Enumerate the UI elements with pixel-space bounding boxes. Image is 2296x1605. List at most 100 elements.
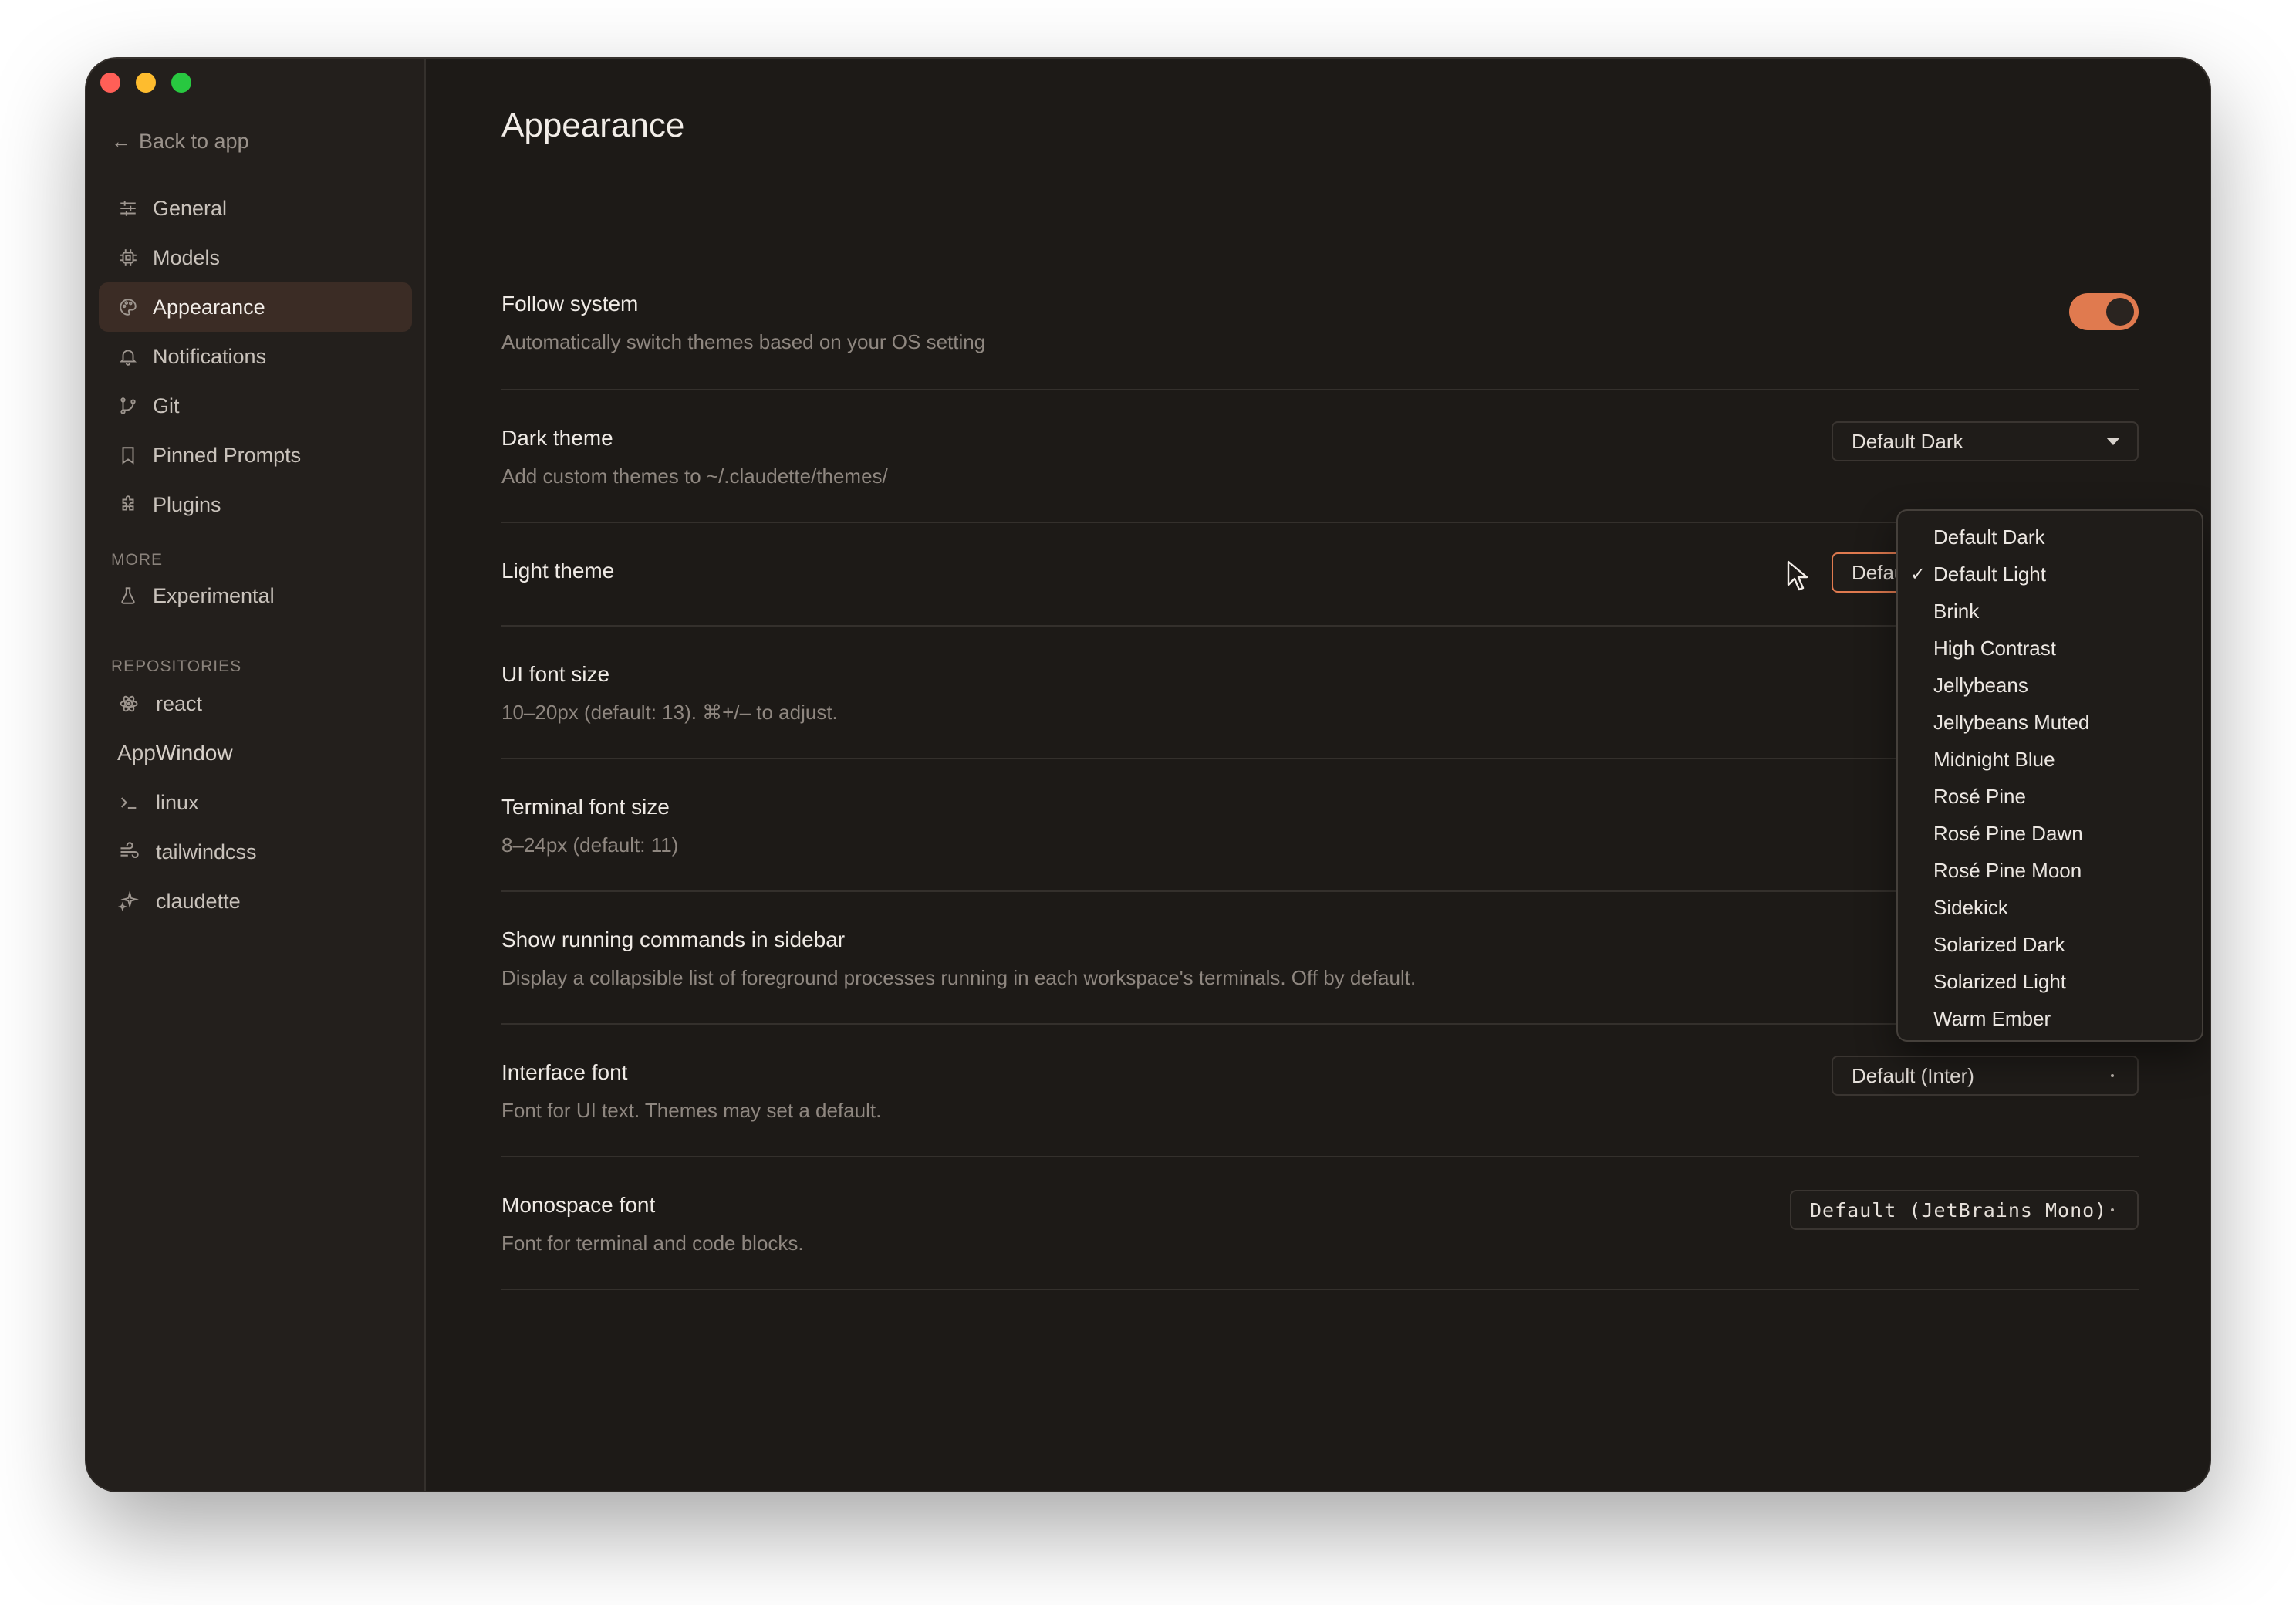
atom-icon xyxy=(117,692,140,715)
toggle-knob xyxy=(2106,298,2134,326)
setting-description: Font for UI text. Themes may set a defau… xyxy=(501,1099,882,1122)
sliders-icon xyxy=(117,198,139,219)
repo-item-appwindow[interactable]: AppWin Window xyxy=(99,728,412,778)
wind-icon xyxy=(117,840,140,863)
sidebar-item-general[interactable]: General xyxy=(99,184,412,233)
repo-label-overlap-b: Window xyxy=(156,741,233,765)
setting-label: Follow system xyxy=(501,292,639,316)
arrow-left-icon: ← xyxy=(111,130,131,153)
select-value: Default Dark xyxy=(1852,429,1963,453)
dropdown-option[interactable]: Rosé Pine Dawn xyxy=(1898,815,2202,852)
page-title: Appearance xyxy=(501,106,685,144)
repo-label: tailwindcss xyxy=(156,840,257,863)
sidebar-item-label: Models xyxy=(153,245,221,269)
maximize-window-button[interactable] xyxy=(171,73,191,93)
setting-interface-font: Interface font Font for UI text. Themes … xyxy=(501,1025,2139,1157)
setting-terminal-font-size: Terminal font size 8–24px (default: 11) xyxy=(501,759,2139,892)
select-value: Default (JetBrains Mono) xyxy=(1810,1198,2108,1221)
sidebar-item-pinned-prompts[interactable]: Pinned Prompts xyxy=(99,431,412,480)
dropdown-option[interactable]: Default Dark xyxy=(1898,519,2202,556)
minimize-window-button[interactable] xyxy=(136,73,156,93)
puzzle-icon xyxy=(117,494,139,515)
traffic-lights xyxy=(100,73,191,93)
dropdown-option[interactable]: Warm Ember xyxy=(1898,1000,2202,1037)
sidebar-item-label: Git xyxy=(153,394,180,417)
sidebar-item-git[interactable]: Git xyxy=(99,381,412,431)
sidebar-item-label: Notifications xyxy=(153,344,267,368)
setting-description: Add custom themes to ~/.claudette/themes… xyxy=(501,465,888,488)
sidebar-item-label: Plugins xyxy=(153,492,221,516)
check-icon: ✓ xyxy=(1910,563,1926,585)
sparkle-icon xyxy=(117,890,140,913)
dropdown-option[interactable]: Jellybeans xyxy=(1898,667,2202,704)
chevron-down-icon xyxy=(2106,438,2120,445)
sidebar-item-label: General xyxy=(153,196,228,220)
sidebar-item-plugins[interactable]: Plugins xyxy=(99,480,412,529)
sidebar: ← Back to app General Models Appearance … xyxy=(86,59,426,1491)
setting-description: 10–20px (default: 13). ⌘+/– to adjust. xyxy=(501,701,838,724)
light-theme-dropdown: Default Dark ✓ Default Light Brink High … xyxy=(1896,509,2203,1042)
setting-show-running-commands: Show running commands in sidebar Display… xyxy=(501,892,2139,1025)
dropdown-option[interactable]: Midnight Blue xyxy=(1898,741,2202,778)
repo-label: claudette xyxy=(156,889,241,913)
close-window-button[interactable] xyxy=(100,73,120,93)
setting-monospace-font: Monospace font Font for terminal and cod… xyxy=(501,1157,2139,1290)
chip-icon xyxy=(117,247,139,269)
dropdown-option-selected[interactable]: ✓ Default Light xyxy=(1898,556,2202,593)
interface-font-select[interactable]: Default (Inter) xyxy=(1832,1056,2139,1096)
bell-icon xyxy=(117,346,139,367)
chevron-down-icon xyxy=(2111,1208,2114,1211)
setting-dark-theme: Dark theme Add custom themes to ~/.claud… xyxy=(501,390,2139,523)
setting-description: Automatically switch themes based on you… xyxy=(501,330,986,353)
git-branch-icon xyxy=(117,395,139,417)
repo-item-claudette[interactable]: claudette xyxy=(99,877,412,926)
repo-label: linux xyxy=(156,790,199,814)
setting-description: Font for terminal and code blocks. xyxy=(501,1232,804,1255)
chevron-down-icon xyxy=(2111,1074,2114,1077)
sidebar-item-models[interactable]: Models xyxy=(99,233,412,282)
dropdown-option[interactable]: Rosé Pine xyxy=(1898,778,2202,815)
back-to-app-link[interactable]: ← Back to app xyxy=(111,130,249,154)
repo-label: react xyxy=(156,691,203,715)
setting-label: Monospace font xyxy=(501,1193,656,1217)
setting-light-theme: Light theme Default Light xyxy=(501,523,2139,627)
more-section-label: MORE xyxy=(111,551,163,569)
dropdown-option[interactable]: Rosé Pine Moon xyxy=(1898,852,2202,889)
dropdown-option[interactable]: High Contrast xyxy=(1898,630,2202,667)
repo-item-react[interactable]: react xyxy=(99,679,412,728)
terminal-icon xyxy=(117,791,140,814)
back-to-app-label: Back to app xyxy=(139,130,249,153)
setting-description: Display a collapsible list of foreground… xyxy=(501,966,1416,989)
follow-system-toggle[interactable] xyxy=(2069,293,2139,330)
setting-label: Dark theme xyxy=(501,426,613,450)
sidebar-item-experimental[interactable]: Experimental xyxy=(99,571,412,620)
dark-theme-select[interactable]: Default Dark xyxy=(1832,421,2139,461)
settings-window: ← Back to app General Models Appearance … xyxy=(86,59,2210,1491)
setting-label: UI font size xyxy=(501,662,610,686)
repo-item-linux[interactable]: linux xyxy=(99,778,412,827)
mouse-cursor-icon xyxy=(1787,560,1808,591)
palette-icon xyxy=(117,296,139,318)
repositories-list: react AppWin Window linux tailwindcss cl… xyxy=(99,679,412,926)
setting-label: Terminal font size xyxy=(501,795,670,819)
repo-item-tailwindcss[interactable]: tailwindcss xyxy=(99,827,412,877)
setting-ui-font-size: UI font size 10–20px (default: 13). ⌘+/–… xyxy=(501,627,2139,759)
settings-nav: General Models Appearance Notifications xyxy=(99,184,412,529)
dropdown-option[interactable]: Brink xyxy=(1898,593,2202,630)
monospace-font-select[interactable]: Default (JetBrains Mono) xyxy=(1790,1190,2139,1230)
repositories-section-label: REPOSITORIES xyxy=(111,657,242,675)
sidebar-item-label: Appearance xyxy=(153,295,265,319)
sidebar-item-appearance[interactable]: Appearance xyxy=(99,282,412,332)
setting-label: Show running commands in sidebar xyxy=(501,928,846,951)
dropdown-option[interactable]: Solarized Light xyxy=(1898,963,2202,1000)
sidebar-item-notifications[interactable]: Notifications xyxy=(99,332,412,381)
setting-follow-system: Follow system Automatically switch theme… xyxy=(501,230,2139,390)
flask-icon xyxy=(117,585,139,607)
dropdown-option[interactable]: Sidekick xyxy=(1898,889,2202,926)
dropdown-option[interactable]: Jellybeans Muted xyxy=(1898,704,2202,741)
sidebar-item-label: Pinned Prompts xyxy=(153,443,302,467)
dropdown-option[interactable]: Solarized Dark xyxy=(1898,926,2202,963)
select-value: Default (Inter) xyxy=(1852,1063,1974,1087)
setting-description: 8–24px (default: 11) xyxy=(501,833,679,857)
more-list: Experimental xyxy=(99,571,412,620)
